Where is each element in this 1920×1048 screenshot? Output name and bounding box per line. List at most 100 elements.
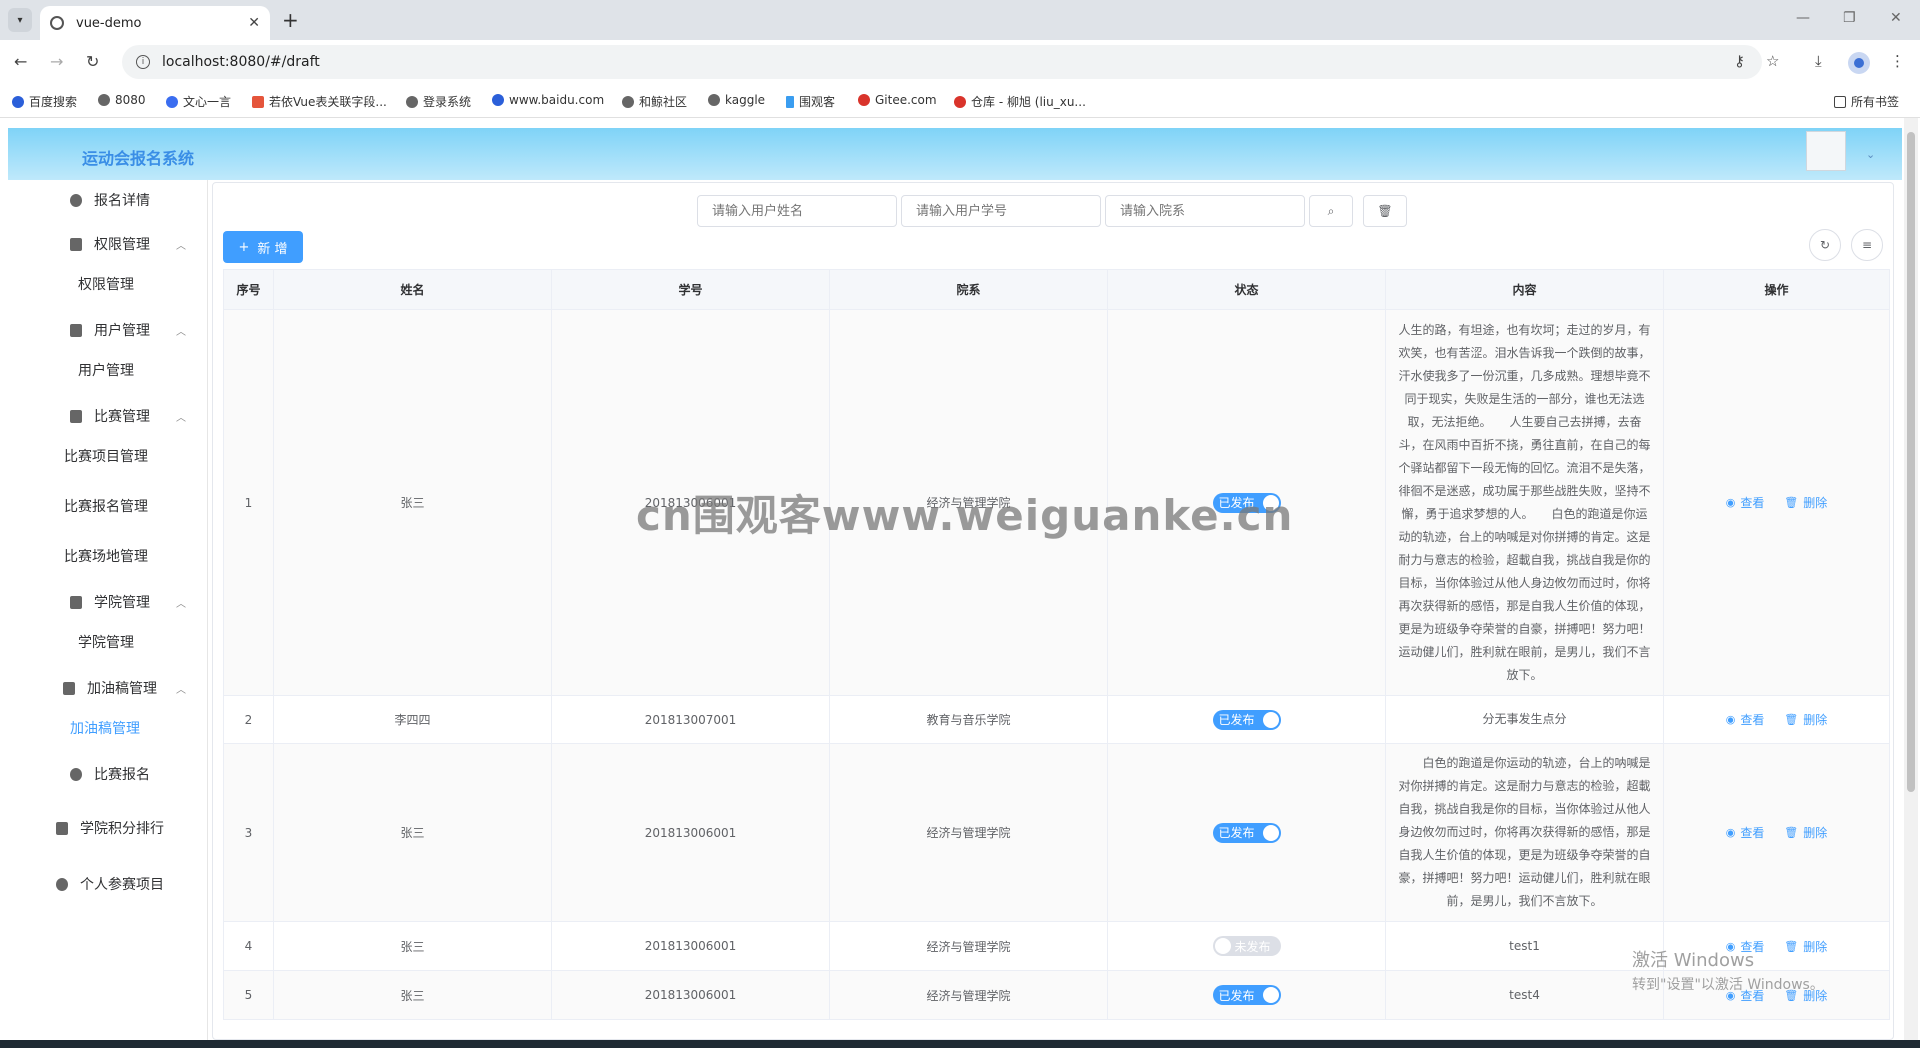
bookmark-item[interactable]: 和鲸社区 (622, 93, 687, 110)
all-bookmarks[interactable]: 所有书签 (1834, 93, 1899, 110)
delete-button[interactable]: 🗑 删除 (1784, 824, 1827, 841)
status-switch[interactable]: 未发布 (1212, 936, 1281, 956)
status-switch[interactable]: 已发布 (1212, 985, 1281, 1005)
student-id-search-input[interactable] (901, 195, 1101, 227)
sidebar-item-cheer[interactable]: 加油稿管理 (70, 718, 140, 738)
tab-search-icon[interactable]: ▾ (8, 8, 32, 32)
sidebar-item-signup-details[interactable]: 报名详情 (8, 180, 208, 220)
cell-index: 5 (223, 970, 274, 1020)
restore-icon[interactable]: ❐ (1843, 10, 1856, 26)
password-key-icon[interactable]: ⚷ (1734, 52, 1745, 70)
cell-content: 白色的跑道是你运动的轨迹，台上的呐喊是对你拼搏的肯定。这是耐力与意志的检验，超載… (1385, 743, 1664, 922)
back-icon[interactable]: ← (14, 52, 27, 71)
cell-content: test1 (1385, 921, 1664, 971)
sidebar-menu-cheer[interactable]: 加油稿管理 ︿ (8, 668, 208, 708)
department-search-input[interactable] (1105, 195, 1305, 227)
sidebar: 报名详情 权限管理 ︿ 权限管理 用户管理 ︿ 用户管理 比赛管理 ︿ 比赛项目… (8, 180, 208, 1040)
name-search-input[interactable] (697, 195, 897, 227)
sidebar-item-competition-apply[interactable]: 比赛报名 (8, 754, 208, 794)
view-button[interactable]: ◉ 查看 (1726, 824, 1765, 841)
clear-button[interactable]: 🗑 (1363, 195, 1407, 227)
close-window-icon[interactable]: ✕ (1890, 10, 1902, 26)
bookmark-star-icon[interactable]: ☆ (1766, 52, 1779, 70)
bookmark-item[interactable]: 若依Vue表关联字段... (252, 93, 387, 110)
cell-status: 未发布 (1107, 921, 1386, 971)
plus-circle-icon (70, 767, 82, 781)
sidebar-menu-college[interactable]: 学院管理 ︿ (8, 582, 208, 622)
download-icon[interactable]: ⤓ (1815, 52, 1822, 70)
delete-button[interactable]: 🗑 删除 (1784, 494, 1827, 511)
profile-avatar[interactable] (1848, 52, 1870, 74)
bookmark-item[interactable]: 围观客 (786, 93, 835, 110)
bookmark-item[interactable]: www.baidu.com (492, 93, 604, 107)
chevron-up-icon: ︿ (176, 684, 186, 696)
forward-icon[interactable]: → (50, 52, 63, 71)
bookmark-item[interactable]: kaggle (708, 93, 765, 107)
sidebar-item-competition-project[interactable]: 比赛项目管理 (64, 446, 148, 466)
sidebar-menu-permission[interactable]: 权限管理 ︿ (8, 224, 208, 264)
view-button[interactable]: ◉ 查看 (1726, 711, 1765, 728)
scrollbar-thumb[interactable] (1907, 132, 1915, 792)
cell-name: 张三 (273, 921, 552, 971)
url-text[interactable]: localhost:8080/#/draft (162, 54, 320, 70)
search-icon: ⌕ (1327, 203, 1335, 218)
status-switch[interactable]: 已发布 (1212, 709, 1281, 730)
bookmark-item[interactable]: 百度搜索 (12, 93, 77, 110)
bookmarks-bar: 百度搜索 8080 文心一言 若依Vue表关联字段... 登录系统 www.ba… (0, 84, 1920, 118)
new-tab-icon[interactable]: + (282, 8, 299, 32)
column-settings-button[interactable]: ≡ (1851, 229, 1883, 261)
sidebar-item-personal[interactable]: 个人参赛项目 (8, 864, 208, 904)
cell-student-id: 201813006001 (551, 743, 830, 922)
data-table: 序号 姓名 学号 院系 状态 内容 操作 1 张三 201813006001 经… (223, 269, 1890, 1020)
windows-activation-notice: 激活 Windows 转到"设置"以激活 Windows。 (1632, 950, 1824, 993)
reload-icon[interactable]: ↻ (86, 52, 99, 71)
add-button[interactable]: + 新 增 (223, 231, 303, 263)
sidebar-menu-competition[interactable]: 比赛管理 ︿ (8, 396, 208, 436)
col-header: 内容 (1385, 269, 1664, 310)
app-root: 运动会报名系统 ⌄ 报名详情 权限管理 ︿ 权限管理 用户管理 ︿ 用户管理 比… (8, 128, 1902, 1040)
view-button[interactable]: ◉ 查看 (1726, 494, 1765, 511)
table-row: 3 张三 201813006001 经济与管理学院 已发布 白色的跑道是你运动的… (223, 743, 1890, 922)
taskbar (0, 1040, 1920, 1048)
search-button[interactable]: ⌕ (1309, 195, 1353, 227)
page-scrollbar[interactable] (1904, 118, 1918, 1040)
delete-button[interactable]: 🗑 删除 (1784, 711, 1827, 728)
eye-icon: ◉ (1725, 496, 1736, 509)
close-tab-icon[interactable]: ✕ (248, 15, 260, 31)
clipboard-icon (70, 237, 82, 251)
col-header: 操作 (1663, 269, 1890, 310)
bookmark-item[interactable]: Gitee.com (858, 93, 937, 107)
eye-icon: ◉ (1725, 713, 1736, 726)
user-avatar[interactable] (1806, 131, 1846, 171)
sidebar-item-college[interactable]: 学院管理 (78, 632, 134, 652)
app-header: 运动会报名系统 ⌄ (8, 128, 1902, 180)
bookmark-item[interactable]: 登录系统 (406, 93, 471, 110)
clipboard-icon (70, 409, 82, 423)
minimize-icon[interactable]: — (1796, 10, 1810, 26)
bookmark-item[interactable]: 文心一言 (166, 93, 231, 110)
cell-name: 张三 (273, 743, 552, 922)
menu-kebab-icon[interactable]: ⋮ (1890, 52, 1905, 70)
sidebar-item-competition-venue[interactable]: 比赛场地管理 (64, 546, 148, 566)
chevron-down-icon[interactable]: ⌄ (1866, 148, 1875, 161)
cell-department: 经济与管理学院 (829, 921, 1108, 971)
omnibox[interactable]: i localhost:8080/#/draft (122, 45, 1762, 79)
table-header-row: 序号 姓名 学号 院系 状态 内容 操作 (223, 269, 1890, 310)
bookmark-item[interactable]: 8080 (98, 93, 146, 107)
chevron-up-icon: ︿ (176, 326, 186, 338)
refresh-button[interactable]: ↻ (1809, 229, 1841, 261)
user-icon (56, 877, 68, 891)
browser-tab[interactable]: vue-demo ✕ (40, 6, 270, 40)
sidebar-item-ranking[interactable]: 学院积分排行 (8, 808, 208, 848)
site-info-icon[interactable]: i (136, 55, 150, 69)
refresh-icon: ↻ (1819, 238, 1831, 252)
col-header: 学号 (551, 269, 830, 310)
bookmark-item[interactable]: 仓库 - 柳旭 (liu_xu... (954, 93, 1086, 110)
sidebar-item-user[interactable]: 用户管理 (78, 360, 134, 380)
cell-student-id: 201813007001 (551, 695, 830, 744)
status-switch[interactable]: 已发布 (1212, 822, 1281, 843)
watermark: cn围观客www.weiguanke.cn (636, 491, 1294, 540)
sidebar-item-permission[interactable]: 权限管理 (78, 274, 134, 294)
sidebar-menu-user[interactable]: 用户管理 ︿ (8, 310, 208, 350)
sidebar-item-competition-signup[interactable]: 比赛报名管理 (64, 496, 148, 516)
